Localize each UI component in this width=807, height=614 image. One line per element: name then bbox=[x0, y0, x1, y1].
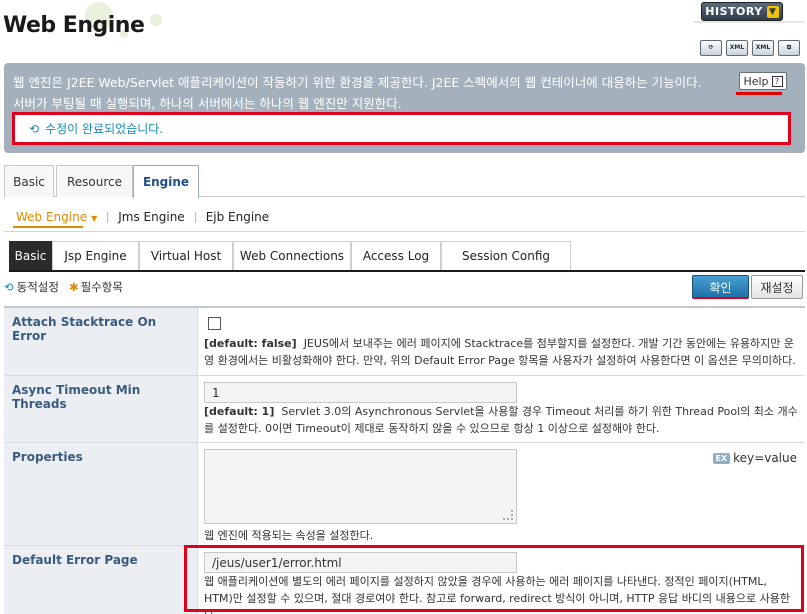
decor-circle bbox=[150, 14, 162, 26]
tab-basic[interactable]: Basic bbox=[4, 165, 54, 197]
format-hint: EX key=value bbox=[712, 451, 797, 465]
copy-icon[interactable]: ⧉ bbox=[778, 40, 800, 56]
async-timeout-input[interactable] bbox=[204, 382, 517, 403]
tab-jms-engine[interactable]: Jms Engine bbox=[112, 210, 190, 224]
sync-icon: ⟲ bbox=[29, 121, 40, 136]
engine-tabs: Web Engine ▼ Jms Engine Ejb Engine bbox=[10, 207, 275, 227]
chevron-down-icon: ▼ bbox=[766, 5, 779, 18]
tab-web-connections[interactable]: Web Connections bbox=[233, 241, 351, 270]
required-icon: ✱ bbox=[68, 280, 79, 294]
tab-session-config[interactable]: Session Config bbox=[441, 241, 571, 270]
status-message-box: ⟲ 수정이 완료되었습니다. bbox=[12, 112, 791, 145]
field-row-attach-stacktrace: Attach Stacktrace On Error [default: fal… bbox=[4, 308, 805, 376]
help-highlight bbox=[736, 92, 782, 95]
field-row-properties: Properties EX key=value 웹 엔진에 적용되는 속성을 설… bbox=[4, 443, 805, 546]
refresh-icon[interactable]: ⟳ bbox=[700, 40, 722, 56]
tab-jsp-engine[interactable]: Jsp Engine bbox=[52, 241, 139, 270]
caret-down-icon: ▼ bbox=[91, 214, 98, 223]
dynamic-setting-icon: ⟲ bbox=[4, 280, 14, 294]
tab-web-engine[interactable]: Web Engine ▼ bbox=[10, 210, 103, 224]
divider bbox=[194, 211, 196, 223]
properties-textarea[interactable] bbox=[204, 449, 517, 524]
attach-stacktrace-checkbox[interactable] bbox=[208, 317, 221, 330]
field-row-async-timeout: Async Timeout Min Threads [default: 1] S… bbox=[4, 376, 805, 443]
field-description: 웹 엔진에 적용되는 속성을 설정한다. bbox=[204, 529, 374, 542]
field-label: Async Timeout Min Threads bbox=[4, 376, 197, 442]
reset-button[interactable]: 재설정 bbox=[751, 275, 803, 299]
field-label: Attach Stacktrace On Error bbox=[4, 308, 197, 375]
field-label: Properties bbox=[4, 443, 197, 545]
field-label: Default Error Page bbox=[4, 546, 197, 614]
legend-required: ✱ 필수항목 bbox=[68, 280, 123, 294]
tab-virtual-host[interactable]: Virtual Host bbox=[139, 241, 233, 270]
tab-ejb-engine[interactable]: Ejb Engine bbox=[200, 210, 275, 224]
example-icon: EX bbox=[712, 452, 731, 464]
page-title: Web Engine bbox=[3, 13, 145, 38]
status-message: 수정이 완료되었습니다. bbox=[45, 122, 164, 136]
web-engine-tabs: Basic Jsp Engine Virtual Host Web Connec… bbox=[9, 241, 805, 272]
engine-description: 웹 엔진은 J2EE Web/Servlet 애플리케이션이 작동하기 위한 환… bbox=[13, 75, 702, 111]
question-icon: ? bbox=[771, 75, 783, 87]
legend: ⟲ 동적설정 ✱ 필수항목 bbox=[4, 279, 123, 295]
divider bbox=[693, 21, 805, 23]
tab-access-log[interactable]: Access Log bbox=[351, 241, 441, 270]
tab-engine[interactable]: Engine bbox=[133, 165, 199, 198]
field-row-default-error-page: Default Error Page 웹 애플리케이션에 별도의 에러 페이지를… bbox=[4, 546, 805, 614]
active-tab-underline bbox=[13, 226, 83, 228]
history-button[interactable]: HISTORY ▼ bbox=[701, 2, 783, 21]
legend-dynamic: ⟲ 동적설정 bbox=[4, 280, 59, 294]
tab-web-basic[interactable]: Basic bbox=[9, 241, 52, 270]
history-label: HISTORY bbox=[705, 5, 763, 18]
field-description: [default: 1] Servlet 3.0의 Asynchronous S… bbox=[204, 405, 798, 435]
xml-import-icon[interactable]: XML bbox=[752, 40, 774, 56]
toolbar: ⟳ XML XML ⧉ bbox=[700, 40, 800, 56]
divider bbox=[107, 211, 109, 223]
field-description: 웹 애플리케이션에 별도의 에러 페이지를 설정하지 않았을 경우에 사용하는 … bbox=[204, 575, 790, 614]
divider bbox=[4, 231, 805, 232]
xml-export-icon[interactable]: XML bbox=[726, 40, 748, 56]
help-button[interactable]: Help ? bbox=[739, 72, 787, 90]
field-description: [default: false] JEUS에서 보내주는 에러 페이지에 Sta… bbox=[204, 337, 796, 367]
main-tabs: Basic Resource Engine bbox=[4, 165, 805, 198]
settings-form: Attach Stacktrace On Error [default: fal… bbox=[4, 306, 805, 614]
confirm-highlight bbox=[693, 297, 748, 299]
default-error-page-input[interactable] bbox=[204, 552, 517, 573]
help-label: Help bbox=[743, 74, 769, 88]
tab-resource[interactable]: Resource bbox=[56, 165, 133, 197]
confirm-button[interactable]: 확인 bbox=[692, 275, 749, 299]
